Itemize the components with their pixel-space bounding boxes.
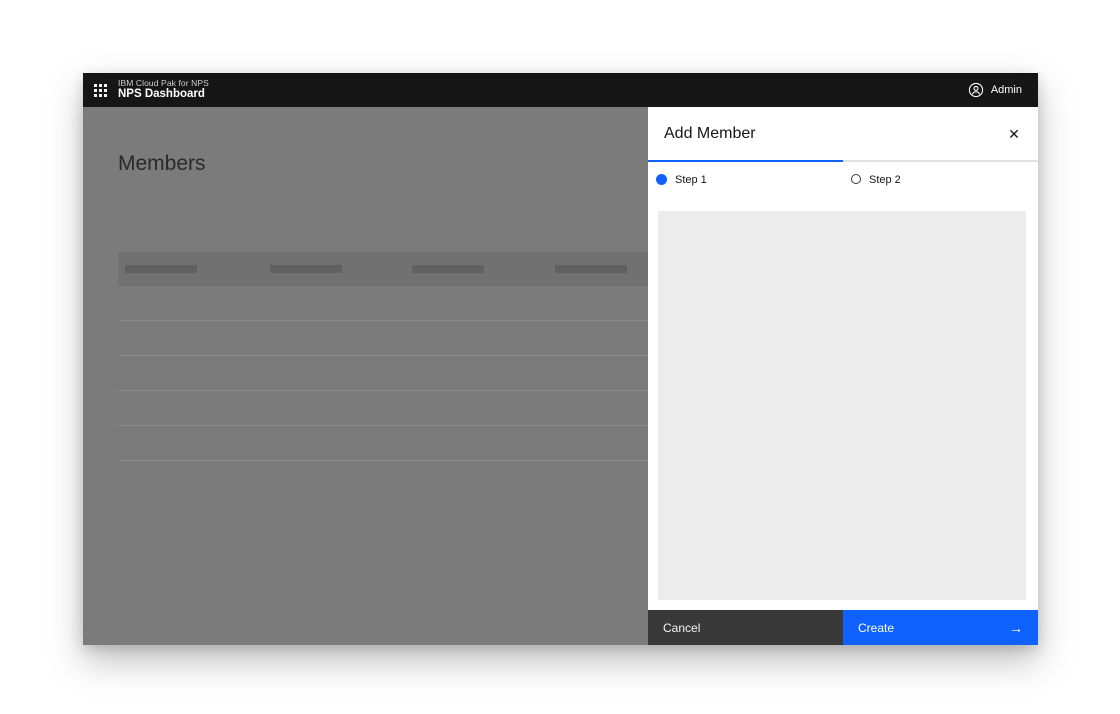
create-button[interactable]: Create → bbox=[843, 610, 1038, 645]
close-icon[interactable]: ✕ bbox=[998, 118, 1030, 150]
user-menu-button[interactable]: Admin bbox=[968, 73, 1038, 107]
step-label: Step 2 bbox=[869, 173, 901, 186]
app-switcher-icon bbox=[94, 84, 107, 97]
user-label: Admin bbox=[991, 84, 1022, 96]
panel-title: Add Member bbox=[664, 125, 998, 143]
app-switcher-button[interactable] bbox=[83, 73, 117, 107]
create-button-label: Create bbox=[858, 621, 894, 635]
skeleton-header-cell bbox=[125, 265, 197, 273]
app-header: IBM Cloud Pak for NPS NPS Dashboard Admi… bbox=[83, 73, 1038, 107]
panel-content-placeholder bbox=[658, 211, 1026, 600]
app-window: IBM Cloud Pak for NPS NPS Dashboard Admi… bbox=[83, 73, 1038, 645]
user-avatar-icon bbox=[968, 82, 984, 98]
skeleton-header-cell bbox=[555, 265, 627, 273]
skeleton-header-cell bbox=[270, 265, 342, 273]
app-title: NPS Dashboard bbox=[118, 88, 209, 101]
header-titles: IBM Cloud Pak for NPS NPS Dashboard bbox=[118, 79, 209, 102]
panel-header: Add Member ✕ bbox=[648, 107, 1038, 160]
progress-step-1[interactable]: Step 1 bbox=[648, 160, 843, 211]
add-member-panel: Add Member ✕ Step 1 Step 2 Cancel Create… bbox=[648, 107, 1038, 645]
arrow-right-icon: → bbox=[1009, 620, 1023, 636]
product-line-label: IBM Cloud Pak for NPS bbox=[118, 79, 209, 89]
step-incomplete-icon bbox=[851, 174, 861, 184]
panel-footer: Cancel Create → bbox=[648, 610, 1038, 645]
progress-indicator: Step 1 Step 2 bbox=[648, 160, 1038, 211]
cancel-button[interactable]: Cancel bbox=[648, 610, 843, 645]
progress-step-2[interactable]: Step 2 bbox=[843, 160, 1038, 211]
step-current-icon bbox=[656, 174, 667, 185]
skeleton-header-cell bbox=[412, 265, 484, 273]
page-title: Members bbox=[118, 152, 206, 176]
step-label: Step 1 bbox=[675, 173, 707, 186]
